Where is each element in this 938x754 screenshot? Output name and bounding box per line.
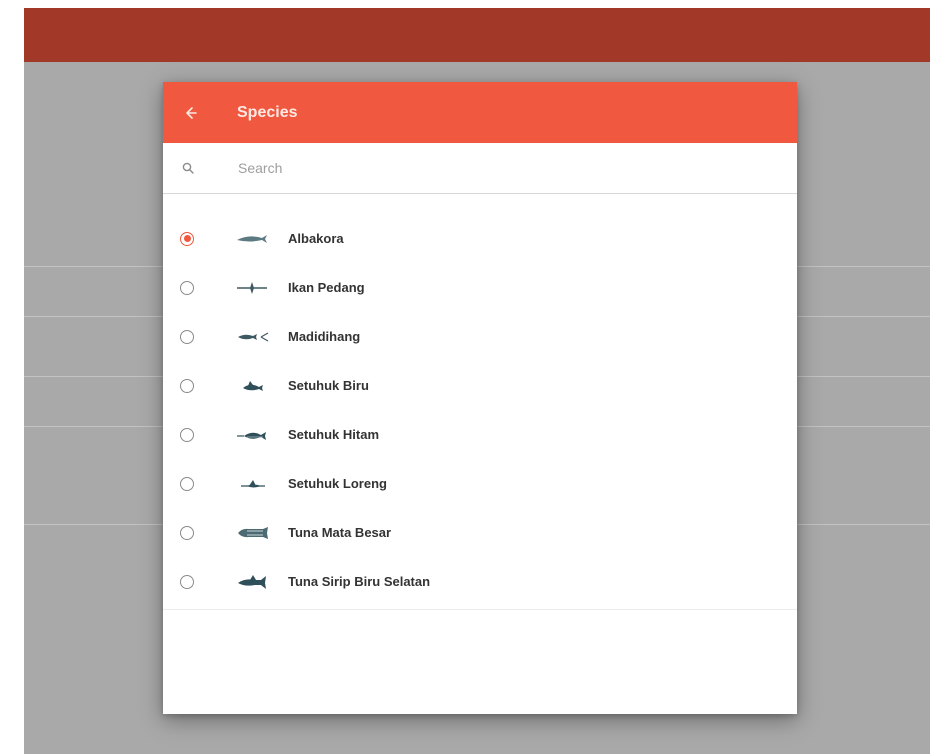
dialog-title: Species xyxy=(237,103,298,121)
search-input[interactable] xyxy=(236,159,760,177)
species-label: Setuhuk Loreng xyxy=(288,476,387,491)
yellowfin-tuna-icon xyxy=(234,329,270,345)
species-dialog: Species Albakora xyxy=(163,82,797,714)
bigeye-tuna-icon xyxy=(234,525,270,541)
search-bar xyxy=(163,143,797,194)
radio-unselected-icon[interactable] xyxy=(180,476,194,491)
albacore-fish-icon xyxy=(234,231,270,247)
radio-unselected-icon[interactable] xyxy=(180,574,194,589)
radio-unselected-icon[interactable] xyxy=(180,427,194,442)
southern-bluefin-tuna-icon xyxy=(234,574,270,590)
species-item-madidihang[interactable]: Madidihang xyxy=(163,312,797,361)
app-bar xyxy=(24,8,930,62)
swordfish-icon xyxy=(234,280,270,296)
species-label: Ikan Pedang xyxy=(288,280,365,295)
species-label: Madidihang xyxy=(288,329,361,344)
dialog-header: Species xyxy=(163,82,797,143)
species-label: Setuhuk Hitam xyxy=(288,427,380,442)
radio-unselected-icon[interactable] xyxy=(180,329,194,344)
species-item-setuhuk-loreng[interactable]: Setuhuk Loreng xyxy=(163,459,797,508)
species-label: Setuhuk Biru xyxy=(288,378,369,393)
radio-unselected-icon[interactable] xyxy=(180,378,194,393)
species-item-setuhuk-hitam[interactable]: Setuhuk Hitam xyxy=(163,410,797,459)
black-marlin-icon xyxy=(234,427,270,443)
species-item-setuhuk-biru[interactable]: Setuhuk Biru xyxy=(163,361,797,410)
list-divider xyxy=(163,609,797,610)
species-item-tuna-mata-besar[interactable]: Tuna Mata Besar xyxy=(163,508,797,557)
back-arrow-icon[interactable] xyxy=(182,104,200,122)
species-item-ikan-pedang[interactable]: Ikan Pedang xyxy=(163,263,797,312)
species-item-albakora[interactable]: Albakora xyxy=(163,214,797,263)
species-item-tuna-sirip-biru-selatan[interactable]: Tuna Sirip Biru Selatan xyxy=(163,557,797,606)
striped-marlin-icon xyxy=(234,476,270,492)
blue-marlin-icon xyxy=(234,378,270,394)
species-label: Albakora xyxy=(288,231,344,246)
radio-unselected-icon[interactable] xyxy=(180,280,194,295)
species-label: Tuna Mata Besar xyxy=(288,525,392,540)
species-label: Tuna Sirip Biru Selatan xyxy=(288,574,431,589)
radio-selected-icon[interactable] xyxy=(180,231,194,246)
species-list: Albakora Ikan Pedang Madidihang Setuhuk … xyxy=(163,214,797,606)
search-icon xyxy=(182,161,196,175)
radio-unselected-icon[interactable] xyxy=(180,525,194,540)
